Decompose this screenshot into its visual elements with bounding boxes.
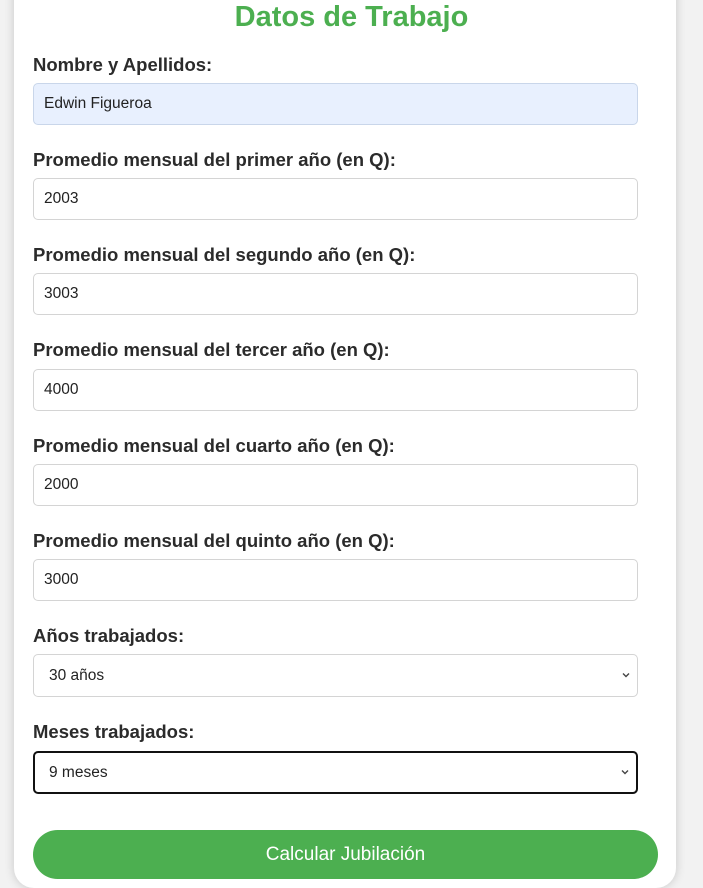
months-worked-value: 9 meses bbox=[49, 764, 108, 781]
year2-input[interactable]: 3003 bbox=[33, 273, 638, 315]
year4-input[interactable]: 2000 bbox=[33, 464, 638, 506]
year5-label: Promedio mensual del quinto año (en Q): bbox=[33, 530, 395, 551]
name-input[interactable]: Edwin Figueroa bbox=[33, 83, 638, 125]
name-label: Nombre y Apellidos: bbox=[33, 54, 213, 75]
months-worked-label: Meses trabajados: bbox=[33, 721, 195, 742]
chevron-down-icon bbox=[622, 672, 630, 677]
months-worked-select[interactable]: 9 meses bbox=[33, 751, 638, 794]
year1-input[interactable]: 2003 bbox=[33, 178, 638, 220]
year3-input[interactable]: 4000 bbox=[33, 369, 638, 411]
year5-input[interactable]: 3000 bbox=[33, 559, 638, 601]
year2-label: Promedio mensual del segundo año (en Q): bbox=[33, 244, 416, 265]
years-worked-select[interactable]: 30 años bbox=[33, 654, 638, 697]
chevron-down-icon bbox=[621, 769, 629, 774]
years-worked-label: Años trabajados: bbox=[33, 625, 185, 646]
year1-label: Promedio mensual del primer año (en Q): bbox=[33, 149, 396, 170]
year3-label: Promedio mensual del tercer año (en Q): bbox=[33, 339, 390, 360]
calculate-button[interactable]: Calcular Jubilación bbox=[33, 830, 658, 879]
years-worked-value: 30 años bbox=[49, 667, 105, 684]
year4-label: Promedio mensual del cuarto año (en Q): bbox=[33, 435, 395, 456]
page-title: Datos de Trabajo bbox=[234, 1, 469, 33]
